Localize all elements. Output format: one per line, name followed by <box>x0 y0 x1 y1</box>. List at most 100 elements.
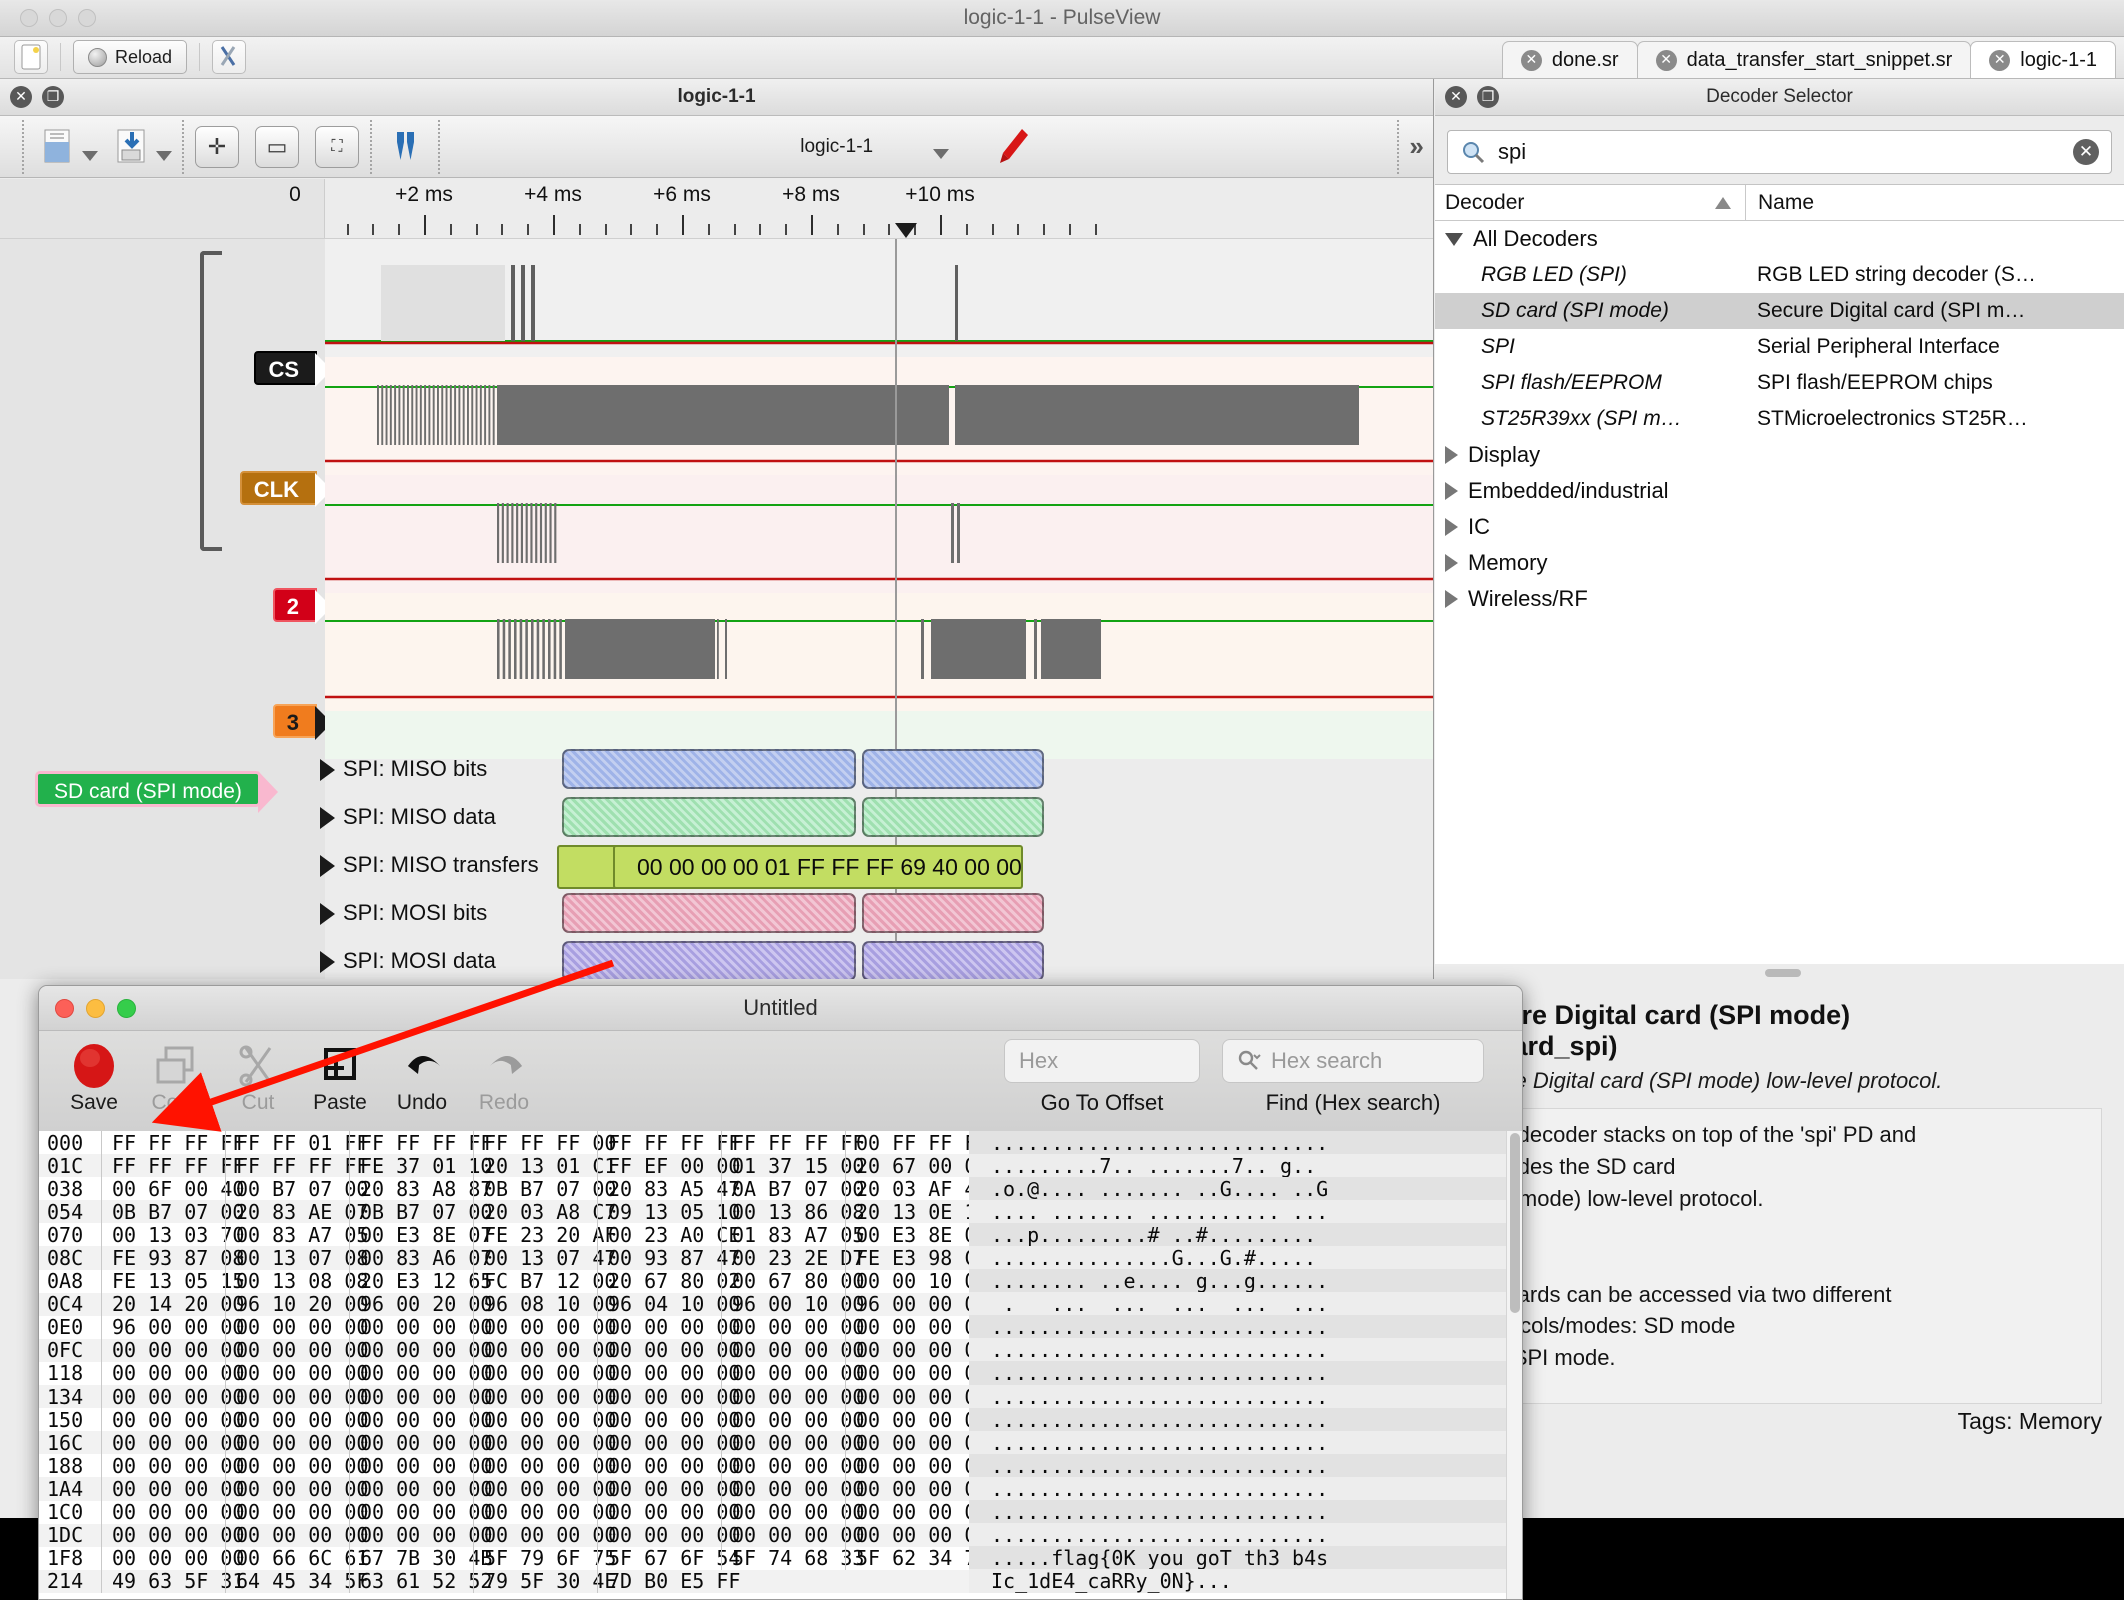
signal-label-cs[interactable]: CS <box>254 351 332 387</box>
hex-byte-group[interactable]: 00 00 00 00 <box>721 1407 864 1432</box>
hex-dump-row[interactable]: 01C FF FF FF FF FF FF FF FF FE 37 01 10 20 1… <box>39 1153 1522 1178</box>
hex-byte-group[interactable]: 00 00 00 00 <box>721 1338 864 1363</box>
hex-byte-group[interactable]: 96 04 10 00 <box>597 1292 740 1317</box>
hex-byte-group[interactable]: 00 00 00 00 <box>101 1384 244 1409</box>
hex-dump-row[interactable]: 0A8 FE 13 05 15 00 13 08 08 20 E3 12 65 FC B… <box>39 1269 1522 1294</box>
annotation-miso-transfer[interactable]: 00 00 00 00 01 FF FF FF 69 40 00 00 00 0… <box>613 845 1023 889</box>
hex-dump-row[interactable]: 134 00 00 00 00 00 00 00 00 00 00 00 00 00 0… <box>39 1384 1522 1409</box>
reload-button[interactable]: Reload <box>73 40 188 74</box>
hex-byte-group[interactable]: 00 00 00 00 <box>473 1476 616 1501</box>
hex-byte-group[interactable]: 00 00 00 00 <box>721 1384 864 1409</box>
sort-ascending-icon[interactable] <box>1715 196 1731 209</box>
hex-byte-group[interactable]: 20 83 AE 07 <box>225 1199 368 1224</box>
hex-byte-group[interactable]: 00 93 87 47 <box>597 1246 740 1271</box>
decoder-list-item-rgb-led[interactable]: RGB LED (SPI) RGB LED string decoder (S… <box>1435 257 2124 293</box>
hex-dump-row[interactable]: 1C0 00 00 00 00 00 00 00 00 00 00 00 00 00 0… <box>39 1500 1522 1525</box>
hex-byte-group[interactable]: 09 13 05 10 <box>597 1199 740 1224</box>
hex-byte-group[interactable]: 96 00 00 00 <box>101 1315 244 1340</box>
hex-byte-group[interactable]: 64 45 34 5F <box>225 1569 368 1594</box>
hex-byte-group[interactable]: 00 00 10 00 <box>845 1269 988 1294</box>
hex-byte-group[interactable]: 20 13 01 C1 <box>473 1153 616 1178</box>
hex-byte-group[interactable]: 20 14 20 00 <box>101 1292 244 1317</box>
decoder-table[interactable]: Decoder Name All Decoders RGB LED (SPI) … <box>1435 184 2124 982</box>
hex-dump-view[interactable]: 000 FF FF FF FF FF FF 01 FF FF FF FF FF FF F… <box>39 1131 1522 1599</box>
waveform-canvas[interactable]: SPI: MISO bits SPI: MISO data SPI: MISO … <box>320 239 1433 979</box>
hex-byte-group[interactable]: 00 00 00 00 <box>349 1315 492 1340</box>
paste-button[interactable]: Paste <box>299 1031 381 1115</box>
hex-byte-group[interactable]: 00 00 00 00 <box>845 1500 988 1525</box>
hex-byte-group[interactable]: 00 00 00 00 <box>845 1453 988 1478</box>
clear-icon[interactable]: ✕ <box>2073 139 2099 165</box>
hex-byte-group[interactable]: 96 00 20 00 <box>349 1292 492 1317</box>
hex-byte-group[interactable]: 00 00 00 00 <box>225 1361 368 1386</box>
hex-byte-group[interactable]: 00 00 00 00 <box>721 1500 864 1525</box>
hex-byte-group[interactable]: 01 83 A7 05 <box>721 1222 864 1247</box>
decoder-stack-label[interactable]: SD card (SPI mode) <box>35 771 278 813</box>
hex-byte-group[interactable]: 20 03 A8 C7 <box>473 1199 616 1224</box>
hex-byte-group[interactable]: 00 00 00 00 <box>101 1523 244 1548</box>
tab-logic-1-1[interactable]: ✕ logic-1-1 <box>1970 41 2116 78</box>
chevron-right-icon[interactable] <box>1445 518 1458 536</box>
hex-byte-group[interactable]: 00 00 00 00 <box>225 1430 368 1455</box>
zoom-in-icon[interactable]: ✛ <box>194 124 240 170</box>
hex-dump-row[interactable]: 214 49 63 5F 31 64 45 34 5F 63 61 52 52 79 5… <box>39 1569 1522 1594</box>
hex-byte-group[interactable]: 0B B7 07 00 <box>473 1176 616 1201</box>
hex-byte-group[interactable]: 00 00 00 00 <box>225 1407 368 1432</box>
decoder-table-hscrollbar[interactable] <box>1435 964 2124 982</box>
signal-label-clk[interactable]: CLK <box>239 471 333 507</box>
hex-byte-group[interactable]: 79 5F 30 4E <box>473 1569 616 1594</box>
hex-byte-group[interactable]: 00 13 07 08 <box>225 1246 368 1271</box>
hex-byte-group[interactable]: 00 00 00 00 <box>721 1315 864 1340</box>
hex-byte-group[interactable]: 00 00 00 00 <box>225 1476 368 1501</box>
hex-dump-row[interactable]: 1A4 00 00 00 00 00 00 00 00 00 00 00 00 00 0… <box>39 1476 1522 1501</box>
hex-byte-group[interactable]: 00 00 00 00 <box>101 1476 244 1501</box>
hex-dump-row[interactable]: 0FC 00 00 00 00 00 00 00 00 00 00 00 00 00 0… <box>39 1338 1522 1363</box>
hex-byte-group[interactable]: 00 B7 07 00 <box>225 1176 368 1201</box>
hex-byte-group[interactable]: 96 00 00 00 <box>845 1292 988 1317</box>
hex-byte-group[interactable]: FF FF FF FF <box>225 1153 368 1178</box>
hex-byte-group[interactable]: FF FF FF FF <box>349 1131 492 1155</box>
hex-dump-row[interactable]: 070 00 13 03 70 00 83 A7 05 00 E3 8E 07 FE 2… <box>39 1222 1522 1247</box>
hex-byte-group[interactable]: 00 00 00 00 <box>101 1546 244 1571</box>
hex-byte-group[interactable]: 00 13 07 47 <box>473 1246 616 1271</box>
hex-byte-group[interactable]: 00 00 00 00 <box>845 1338 988 1363</box>
close-icon[interactable]: ✕ <box>1520 49 1542 71</box>
hex-byte-group[interactable]: 00 23 2E D7 <box>721 1246 864 1271</box>
hex-byte-group[interactable]: 00 00 00 00 <box>597 1500 740 1525</box>
hex-byte-group[interactable]: 0B B7 07 00 <box>349 1199 492 1224</box>
annotation-mosi-data-b[interactable] <box>862 941 1044 979</box>
undo-button[interactable]: Undo <box>381 1031 463 1115</box>
hex-byte-group[interactable]: 20 03 AF 47 <box>845 1176 988 1201</box>
decoder-category-ic[interactable]: IC <box>1435 509 2124 545</box>
time-ruler[interactable]: 0 +2 ms +4 ms +6 ms +8 ms +10 ms <box>0 179 1433 239</box>
hex-byte-group[interactable]: 00 00 00 00 <box>597 1315 740 1340</box>
hex-byte-group[interactable]: 01 37 15 00 <box>721 1153 864 1178</box>
hex-byte-group[interactable]: 00 00 00 00 <box>721 1476 864 1501</box>
hex-byte-group[interactable]: 0A B7 07 00 <box>721 1176 864 1201</box>
hex-byte-group[interactable]: 00 00 00 00 <box>101 1361 244 1386</box>
hex-dump-row[interactable]: 000 FF FF FF FF FF FF 01 FF FF FF FF FF FF F… <box>39 1131 1522 1155</box>
hex-byte-group[interactable]: 00 83 A6 07 <box>349 1246 492 1271</box>
decoder-list-item-st25r39xx[interactable]: ST25R39xx (SPI m… STMicroelectronics ST2… <box>1435 401 2124 437</box>
hex-byte-group[interactable]: 0B B7 07 00 <box>101 1199 244 1224</box>
hex-byte-group[interactable]: 00 66 6C 61 <box>225 1546 368 1571</box>
hex-byte-group[interactable]: 96 08 10 00 <box>473 1292 616 1317</box>
annotation-mosi-data-a[interactable] <box>562 941 856 979</box>
hex-byte-group[interactable]: 00 00 00 00 <box>473 1430 616 1455</box>
hex-byte-group[interactable]: FF FF FF FF <box>597 1131 740 1155</box>
signal-label-2[interactable]: 2 <box>272 588 333 624</box>
hex-byte-group[interactable]: 20 83 A8 87 <box>349 1176 492 1201</box>
hex-byte-group[interactable]: 00 00 00 00 <box>349 1453 492 1478</box>
hex-byte-group[interactable]: FF FF FF FF <box>721 1131 864 1155</box>
tab-data-transfer-start-snippet-sr[interactable]: ✕ data_transfer_start_snippet.sr <box>1636 41 1972 78</box>
waveform-area[interactable]: CS CLK 2 3 SD card (SPI mode) SPI: MISO … <box>0 239 1433 979</box>
chevron-right-icon[interactable] <box>1445 446 1458 464</box>
close-icon[interactable]: ✕ <box>1655 49 1677 71</box>
decoder-list-item-spi[interactable]: SPI Serial Peripheral Interface <box>1435 329 2124 365</box>
hex-byte-group[interactable]: 20 13 0E 10 <box>845 1199 988 1224</box>
decoder-category-wireless-rf[interactable]: Wireless/RF <box>1435 581 2124 617</box>
hex-dump-row[interactable]: 16C 00 00 00 00 00 00 00 00 00 00 00 00 00 0… <box>39 1430 1522 1455</box>
hex-byte-group[interactable]: 00 00 00 00 <box>597 1523 740 1548</box>
hex-byte-group[interactable]: 00 00 00 00 <box>349 1500 492 1525</box>
hex-dump-row[interactable]: 08C FE 93 87 08 00 13 07 08 00 83 A6 07 00 1… <box>39 1246 1522 1271</box>
